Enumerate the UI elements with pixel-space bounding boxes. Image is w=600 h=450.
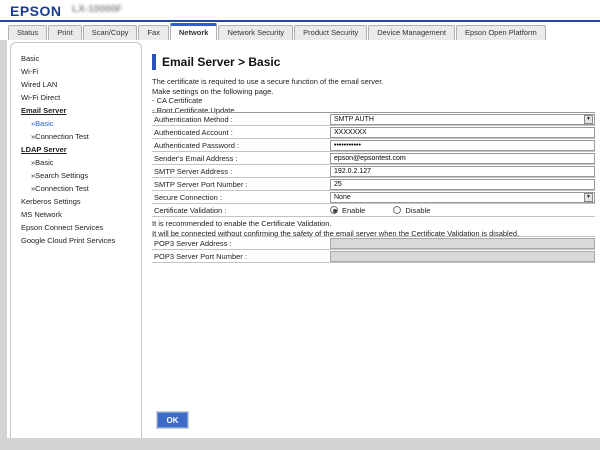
tab-epson-open-platform[interactable]: Epson Open Platform (456, 25, 546, 40)
sidebar-section-ldap-server[interactable]: LDAP Server (21, 143, 141, 156)
certificate-validation-radio-group: Enable Disable (330, 206, 430, 215)
form-row-smtp-server-address: SMTP Server Address : (152, 165, 595, 178)
field-label: POP3 Server Address : (152, 239, 330, 248)
ok-button[interactable]: OK (157, 412, 188, 428)
app-header: EPSON LX-10000F (0, 0, 600, 20)
field-label: SMTP Server Address : (152, 167, 330, 176)
form-row-pop3-server-address: POP3 Server Address : (152, 237, 595, 250)
title-accent-bar (152, 54, 156, 70)
field-label: Secure Connection : (152, 193, 330, 202)
page-bottom-margin (0, 438, 600, 450)
field-label: Authentication Method : (152, 115, 330, 124)
email-server-settings-form: Authentication Method : SMTP AUTH ▼ Auth… (152, 112, 595, 217)
form-row-authenticated-account: Authenticated Account : (152, 126, 595, 139)
senders-email-address-input[interactable] (330, 153, 595, 164)
sidebar-item-epson-connect-services[interactable]: Epson Connect Services (21, 221, 141, 234)
pop3-settings-form: POP3 Server Address : POP3 Server Port N… (152, 236, 595, 263)
sidebar-item-email-server-connection-test[interactable]: »Connection Test (31, 130, 141, 143)
printer-model-name: LX-10000F (72, 4, 122, 15)
chevron-down-icon[interactable]: ▼ (584, 193, 593, 202)
sidebar-item-ldap-search-settings[interactable]: »Search Settings (31, 169, 141, 182)
radio-label: Disable (405, 206, 430, 215)
chevron-down-icon[interactable]: ▼ (584, 115, 593, 124)
smtp-server-port-input[interactable] (330, 179, 595, 190)
sidebar-item-basic[interactable]: Basic (21, 52, 141, 65)
authenticated-account-input[interactable] (330, 127, 595, 138)
form-row-senders-email-address: Sender's Email Address : (152, 152, 595, 165)
sidebar-item-wifi-direct[interactable]: Wi-Fi Direct (21, 91, 141, 104)
form-row-smtp-server-port: SMTP Server Port Number : (152, 178, 595, 191)
pop3-server-port-input (330, 251, 595, 262)
field-label: POP3 Server Port Number : (152, 252, 330, 261)
note-line: It is recommended to enable the Certific… (152, 219, 519, 229)
tab-product-security[interactable]: Product Security (294, 25, 367, 40)
intro-line: - CA Certificate (152, 96, 383, 106)
sidebar-item-ms-network[interactable]: MS Network (21, 208, 141, 221)
page-title: Email Server > Basic (162, 55, 280, 69)
tab-print[interactable]: Print (48, 25, 81, 40)
sidebar-item-wifi[interactable]: Wi-Fi (21, 65, 141, 78)
form-row-certificate-validation: Certificate Validation : Enable Disable (152, 204, 595, 217)
sidebar-section-email-server[interactable]: Email Server (21, 104, 141, 117)
pop3-server-address-input (330, 238, 595, 249)
field-label: Sender's Email Address : (152, 154, 330, 163)
radio-disable-icon[interactable] (393, 206, 401, 214)
intro-text: The certificate is required to use a sec… (152, 77, 383, 115)
field-label: Authenticated Password : (152, 141, 330, 150)
tab-network-security[interactable]: Network Security (218, 25, 293, 40)
sidebar-item-ldap-connection-test[interactable]: »Connection Test (31, 182, 141, 195)
tab-device-management[interactable]: Device Management (368, 25, 455, 40)
radio-option-disable[interactable]: Disable (393, 206, 430, 215)
form-row-authentication-method: Authentication Method : SMTP AUTH ▼ (152, 113, 595, 126)
authenticated-password-input[interactable] (330, 140, 595, 151)
tab-scan-copy[interactable]: Scan/Copy (83, 25, 138, 40)
smtp-server-address-input[interactable] (330, 166, 595, 177)
form-row-authenticated-password: Authenticated Password : (152, 139, 595, 152)
radio-enable-selected-icon[interactable] (330, 206, 338, 214)
intro-line: Make settings on the following page. (152, 87, 383, 97)
sidebar-menu: Basic Wi-Fi Wired LAN Wi-Fi Direct Email… (10, 42, 142, 438)
field-label: SMTP Server Port Number : (152, 180, 330, 189)
intro-line: The certificate is required to use a sec… (152, 77, 383, 87)
field-label: Certificate Validation : (152, 206, 330, 215)
web-config-page: EPSON LX-10000F Status Print Scan/Copy F… (0, 0, 600, 450)
tab-fax[interactable]: Fax (138, 25, 169, 40)
tab-bar: Status Print Scan/Copy Fax Network Netwo… (8, 22, 547, 40)
secure-connection-select[interactable]: None ▼ (330, 192, 595, 203)
epson-logo: EPSON (10, 3, 62, 19)
form-row-secure-connection: Secure Connection : None ▼ (152, 191, 595, 204)
tab-status[interactable]: Status (8, 25, 47, 40)
sidebar-item-ldap-basic[interactable]: »Basic (31, 156, 141, 169)
radio-label: Enable (342, 206, 365, 215)
sidebar-item-email-server-basic[interactable]: »Basic (31, 117, 141, 130)
sidebar-item-kerberos-settings[interactable]: Kerberos Settings (21, 195, 141, 208)
sidebar-item-google-cloud-print-services[interactable]: Google Cloud Print Services (21, 234, 141, 247)
sidebar-item-wired-lan[interactable]: Wired LAN (21, 78, 141, 91)
page-left-margin (0, 40, 7, 450)
authentication-method-select[interactable]: SMTP AUTH ▼ (330, 114, 595, 125)
field-label: Authenticated Account : (152, 128, 330, 137)
tab-network[interactable]: Network (170, 23, 218, 40)
form-row-pop3-server-port: POP3 Server Port Number : (152, 250, 595, 263)
selected-value: None (334, 194, 351, 201)
radio-option-enable[interactable]: Enable (330, 206, 365, 215)
selected-value: SMTP AUTH (334, 116, 374, 123)
